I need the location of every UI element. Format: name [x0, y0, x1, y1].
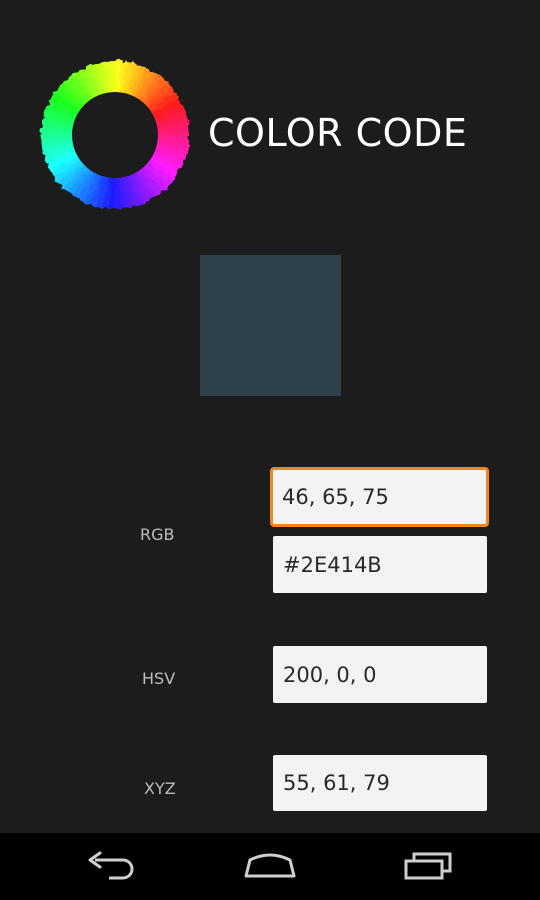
back-button[interactable] [62, 833, 162, 900]
rgb-hex-input[interactable] [273, 536, 487, 593]
xyz-input[interactable] [273, 755, 487, 811]
color-code-screen: COLOR CODE RGB HSV XYZ [0, 0, 540, 900]
app-title: COLOR CODE [208, 111, 468, 155]
home-icon [242, 850, 298, 884]
color-wheel-icon [37, 57, 193, 213]
hsv-label: HSV [142, 669, 176, 688]
recent-apps-button[interactable] [378, 833, 478, 900]
navigation-bar [0, 833, 540, 900]
color-preview-swatch [200, 255, 341, 396]
rgb-decimal-input[interactable] [270, 467, 489, 527]
xyz-label: XYZ [144, 779, 176, 798]
home-button[interactable] [220, 833, 320, 900]
back-arrow-icon [87, 850, 137, 884]
recent-apps-icon [402, 849, 454, 885]
hsv-input[interactable] [273, 646, 487, 703]
rgb-label: RGB [140, 525, 175, 544]
